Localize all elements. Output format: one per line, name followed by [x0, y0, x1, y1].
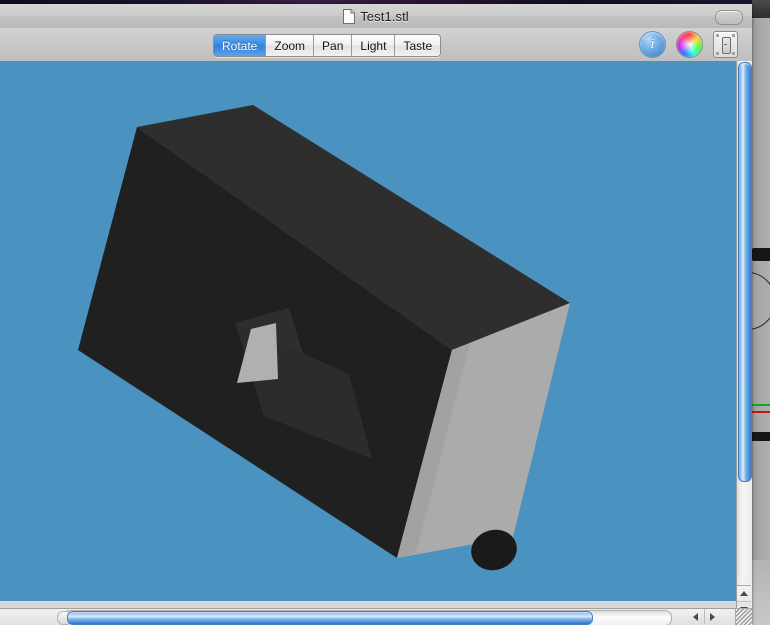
mode-button-light[interactable]: Light — [352, 35, 396, 56]
scroll-left-arrow-icon[interactable] — [688, 609, 704, 624]
inspector-icon-screw-tr — [732, 34, 735, 37]
inspector-icon-body — [722, 37, 731, 54]
background-window-circle-shape — [752, 272, 770, 330]
scroll-right-arrow-icon[interactable] — [703, 609, 720, 624]
horizontal-scrollbar[interactable] — [0, 608, 737, 625]
window-resize-grip-icon[interactable] — [735, 608, 752, 625]
background-window-titlebar — [752, 0, 770, 18]
screen: Test1.stl Rotate Zoom Pan Light Taste i — [0, 0, 770, 625]
toolbar-icon-group: i — [639, 31, 738, 58]
window-title-group: Test1.stl — [0, 4, 752, 28]
background-window-green-line — [752, 404, 770, 406]
window-title: Test1.stl — [360, 8, 409, 24]
document-icon — [343, 8, 356, 24]
background-window-footer — [752, 560, 770, 625]
background-application-window[interactable] — [752, 0, 770, 625]
vertical-scrollbar-thumb[interactable] — [738, 62, 752, 482]
background-window-bar-upper — [752, 248, 770, 261]
background-window-bar-lower — [752, 432, 770, 441]
color-wheel-icon[interactable] — [676, 31, 703, 58]
scroll-up-arrow-icon[interactable] — [737, 586, 751, 601]
mode-button-taste[interactable]: Taste — [395, 35, 441, 56]
background-window-red-line — [752, 411, 770, 413]
mode-button-pan[interactable]: Pan — [314, 35, 353, 56]
inspector-icon-screw-tl — [716, 34, 719, 37]
stl-model-box — [0, 61, 737, 601]
inspector-icon-screw-bl — [716, 52, 719, 55]
window-toolbar: Rotate Zoom Pan Light Taste i — [0, 28, 752, 62]
stl-3d-viewport[interactable] — [0, 61, 737, 601]
interaction-mode-segmented-control[interactable]: Rotate Zoom Pan Light Taste — [213, 34, 442, 57]
mode-button-zoom[interactable]: Zoom — [266, 35, 315, 56]
horizontal-scrollbar-arrows — [688, 609, 720, 624]
vertical-scrollbar[interactable] — [736, 61, 752, 617]
inspector-icon[interactable] — [713, 31, 738, 58]
info-icon[interactable]: i — [639, 31, 666, 58]
stl-viewer-window: Test1.stl Rotate Zoom Pan Light Taste i — [0, 4, 752, 625]
mode-button-rotate[interactable]: Rotate — [214, 35, 267, 56]
window-titlebar[interactable]: Test1.stl — [0, 4, 752, 29]
vertical-scrollbar-track[interactable] — [737, 61, 752, 577]
horizontal-scrollbar-thumb[interactable] — [67, 611, 593, 625]
toolbar-toggle-button[interactable] — [715, 10, 743, 25]
inspector-icon-screw-br — [732, 52, 735, 55]
